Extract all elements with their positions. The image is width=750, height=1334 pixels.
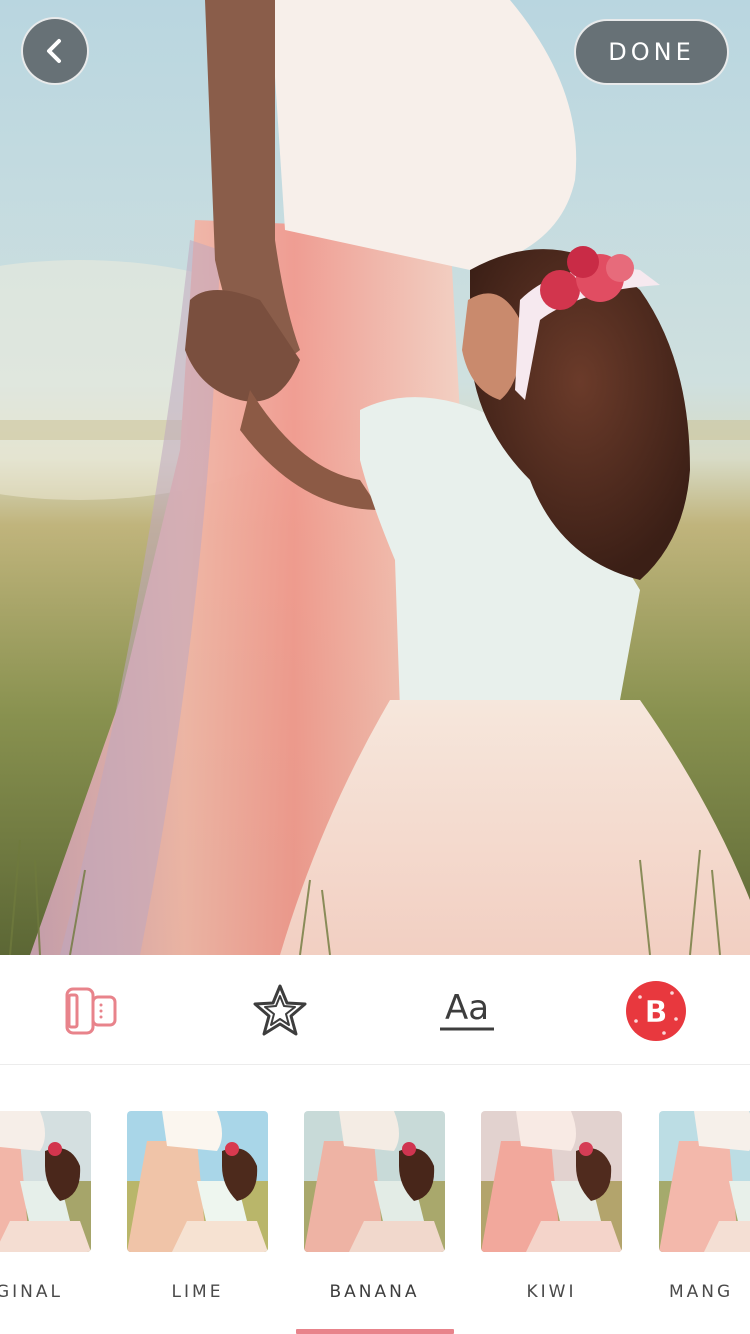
filter-original[interactable]: IGINAL	[0, 1065, 91, 1334]
filter-strip[interactable]: IGINAL LIME	[0, 1065, 750, 1334]
sparkle-star-icon	[253, 984, 307, 1036]
filter-thumbnail	[304, 1111, 445, 1252]
selected-filter-indicator	[296, 1329, 454, 1334]
filter-lime[interactable]: LIME	[127, 1065, 268, 1334]
filter-kiwi[interactable]: KIWI	[481, 1065, 622, 1334]
tool-effects[interactable]	[242, 973, 318, 1049]
filter-label: KIWI	[526, 1282, 577, 1302]
filter-mango[interactable]: MANG	[659, 1065, 750, 1334]
photo-illustration	[0, 0, 750, 955]
photo-preview	[0, 0, 750, 955]
tool-adjust[interactable]	[52, 973, 128, 1049]
filter-thumbnail	[481, 1111, 622, 1252]
back-button[interactable]	[21, 17, 89, 85]
sticker-badge-letter: B	[645, 995, 668, 1030]
filter-thumbnail	[127, 1111, 268, 1252]
filter-label: IGINAL	[0, 1282, 64, 1302]
done-button[interactable]: DONE	[574, 19, 729, 85]
filter-label: LIME	[171, 1282, 224, 1302]
chevron-left-icon	[47, 39, 61, 63]
filter-thumbnail	[0, 1111, 91, 1252]
sticker-badge-icon: B	[626, 981, 686, 1041]
filter-thumbnail	[659, 1111, 750, 1252]
adjust-icon	[65, 987, 117, 1035]
text-icon: Aa	[440, 988, 494, 1031]
editing-toolbar: Aa B	[0, 955, 750, 1065]
filter-label: BANANA	[329, 1282, 420, 1302]
filter-label: MANG	[669, 1282, 734, 1302]
filter-banana[interactable]: BANANA	[304, 1065, 445, 1334]
tool-text[interactable]: Aa	[429, 973, 505, 1049]
tool-sticker[interactable]: B	[618, 973, 694, 1049]
text-icon-glyph: Aa	[445, 988, 489, 1028]
